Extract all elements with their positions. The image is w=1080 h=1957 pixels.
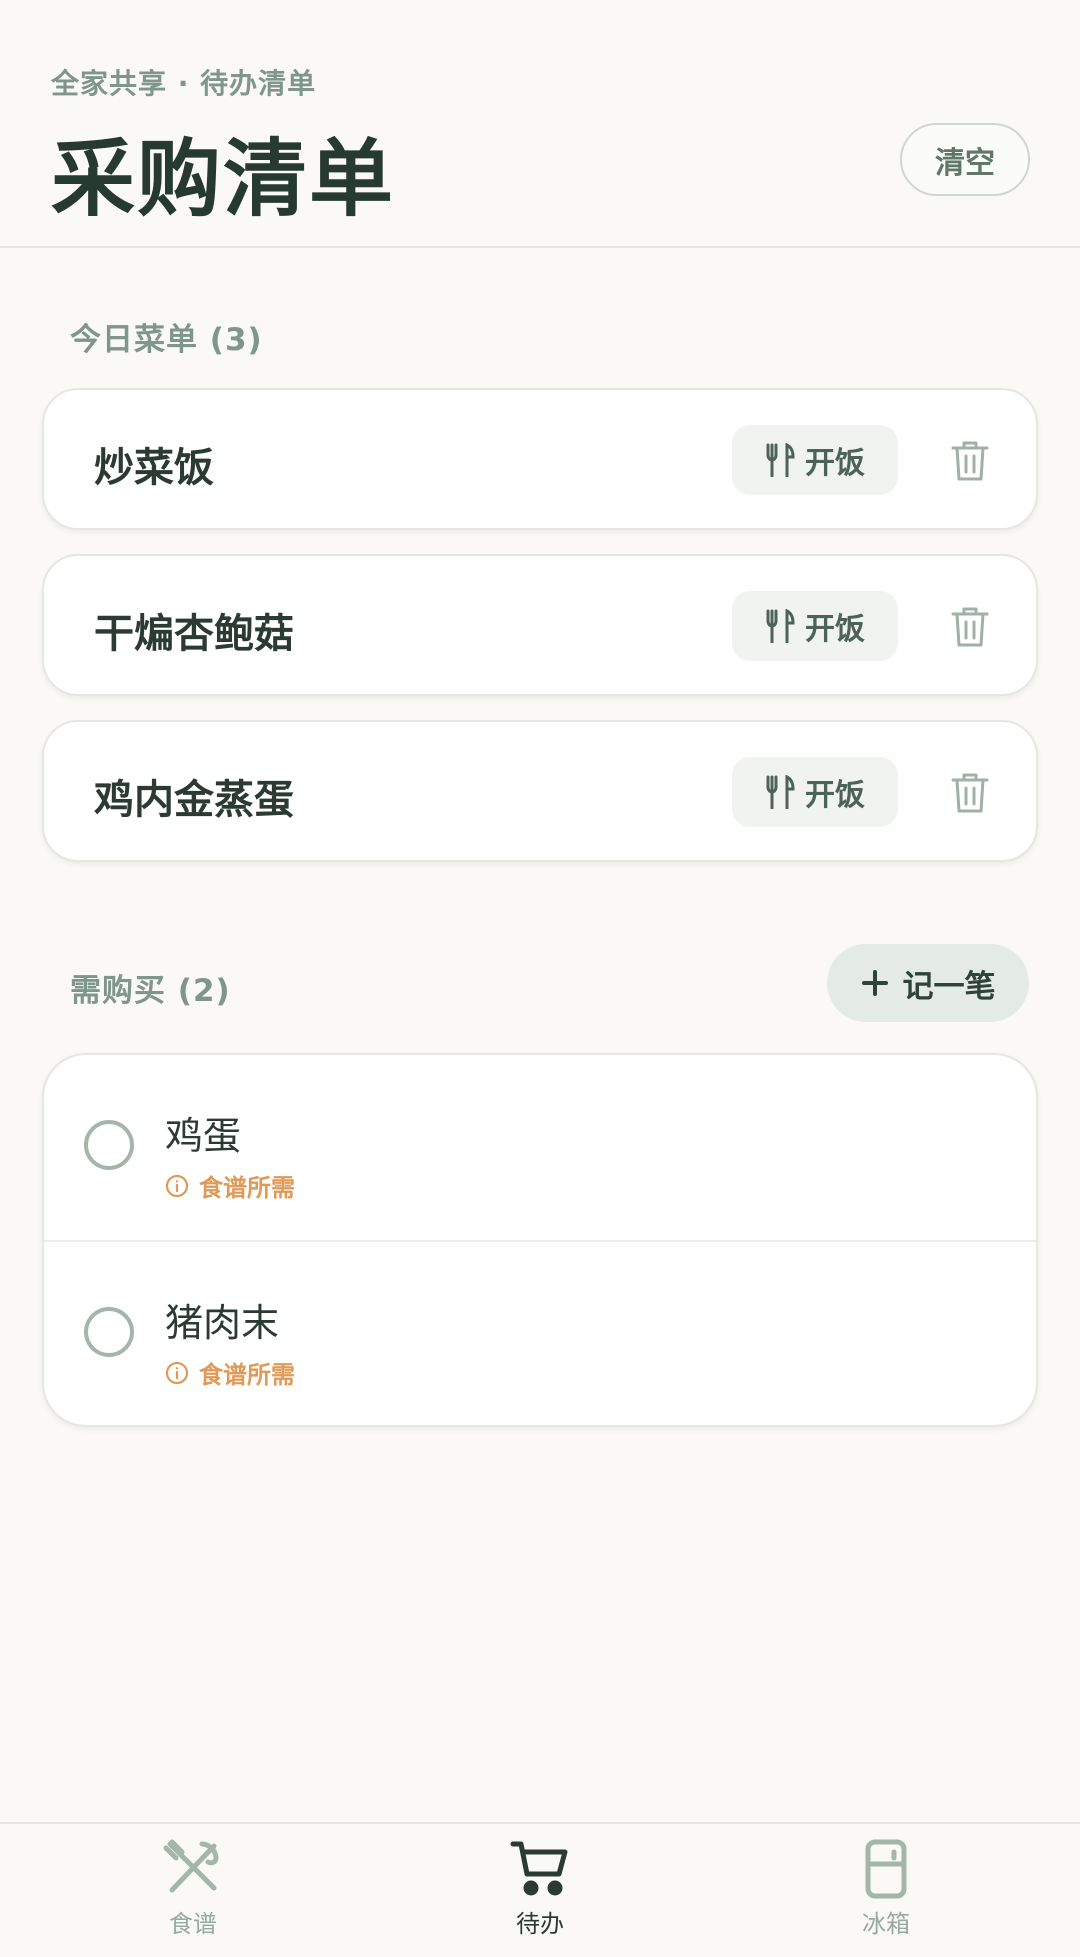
utensils-icon [766,443,795,477]
recipe-tag-label: 食谱所需 [199,1174,295,1202]
list-item: 鸡蛋 食谱所需 [44,1055,1036,1240]
dish-card: 干煸杏鲍菇 开饭 [42,554,1038,696]
page-title: 采购清单 [51,130,396,228]
item-name: 猪肉末 [165,1301,280,1345]
trash-icon[interactable] [950,440,990,482]
info-icon [165,1361,189,1384]
trash-icon[interactable] [950,606,990,648]
check-circle[interactable] [84,1120,134,1170]
serve-button[interactable]: 开饭 [732,591,898,661]
check-circle[interactable] [84,1307,134,1357]
dish-card: 鸡内金蒸蛋 开饭 [42,720,1038,862]
nav-label: 冰箱 [862,1910,910,1938]
dish-card: 炒菜饭 开饭 [42,388,1038,530]
serve-label: 开饭 [805,446,865,481]
plus-icon [861,970,888,996]
add-item-button[interactable]: 记一笔 [827,944,1029,1022]
utensils-crossed-icon [163,1839,219,1893]
nav-item-todo[interactable]: 待办 [440,1824,640,1957]
item-name: 鸡蛋 [165,1114,242,1158]
info-icon [165,1174,189,1197]
recipe-tag-label: 食谱所需 [199,1361,295,1389]
bottom-nav: 食谱 待办 冰箱 [0,1822,1080,1957]
to-buy-label: 需购买 (2) [70,973,231,1009]
recipe-tag: 食谱所需 [165,1355,295,1390]
dish-name: 干煸杏鲍菇 [94,611,294,657]
dish-name: 炒菜饭 [94,445,214,491]
trash-icon[interactable] [950,772,990,814]
recipe-tag: 食谱所需 [165,1168,295,1203]
page-subtitle: 全家共享 · 待办清单 [51,67,317,100]
serve-label: 开饭 [805,612,865,647]
cart-icon [510,1841,568,1896]
nav-label: 待办 [516,1910,564,1938]
nav-item-recipes[interactable]: 食谱 [93,1824,293,1957]
to-buy-list: 鸡蛋 食谱所需 猪肉末 食谱所需 [42,1053,1038,1427]
nav-item-fridge[interactable]: 冰箱 [786,1824,986,1957]
add-item-label: 记一笔 [902,968,996,1005]
utensils-icon [766,775,795,809]
serve-label: 开饭 [805,778,865,813]
list-item: 猪肉末 食谱所需 [44,1240,1036,1425]
utensils-icon [766,609,795,643]
fridge-icon [865,1839,907,1899]
header: 全家共享 · 待办清单 采购清单 清空 [0,0,1080,248]
serve-button[interactable]: 开饭 [732,425,898,495]
nav-label: 食谱 [169,1910,217,1938]
today-menu-label: 今日菜单 (3) [70,322,263,358]
shopping-list-screen: 全家共享 · 待办清单 采购清单 清空 今日菜单 (3) 炒菜饭 开饭 干煸杏鲍… [0,0,1080,1957]
dish-name: 鸡内金蒸蛋 [94,777,294,823]
serve-button[interactable]: 开饭 [732,757,898,827]
clear-button[interactable]: 清空 [900,123,1030,196]
